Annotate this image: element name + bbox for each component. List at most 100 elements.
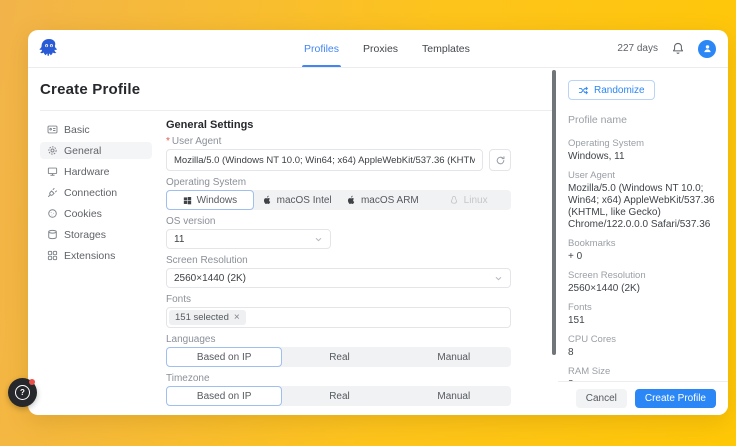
chevron-down-icon: [494, 274, 503, 283]
os-option-linux: Linux: [425, 190, 511, 210]
top-navigation-bar: Profiles Proxies Templates 227 days: [28, 30, 728, 68]
shuffle-icon: [578, 85, 589, 96]
database-icon: [47, 229, 58, 240]
summary-value: 2560×1440 (2K): [568, 283, 716, 295]
user-avatar[interactable]: [698, 40, 716, 58]
gear-icon: [47, 145, 58, 156]
page-title: Create Profile: [40, 81, 555, 98]
fonts-group: Fonts 151 selected ×: [166, 294, 511, 328]
timezone-option-manual[interactable]: Manual: [397, 386, 511, 406]
os-option-macos-intel[interactable]: macOS Intel: [254, 190, 340, 210]
user-agent-group: *User Agent: [166, 136, 511, 171]
header-right-group: 227 days: [617, 40, 716, 58]
user-agent-label: *User Agent: [166, 136, 511, 147]
cancel-button[interactable]: Cancel: [576, 389, 627, 408]
summary-field-screen-resolution: Screen Resolution 2560×1440 (2K): [568, 270, 716, 295]
title-divider: [40, 110, 553, 111]
summary-field-user-agent: User Agent Mozilla/5.0 (Windows NT 10.0;…: [568, 170, 716, 231]
main-content: Create Profile Basic General Hardware: [28, 68, 555, 415]
sidebar-item-label: Basic: [64, 124, 90, 136]
summary-value: + 0: [568, 251, 716, 263]
summary-label: Operating System: [568, 138, 716, 149]
general-settings-form: General Settings *User Agent Operating S…: [166, 119, 511, 412]
section-title: General Settings: [166, 119, 511, 131]
id-card-icon: [47, 124, 58, 135]
plug-icon: [47, 187, 58, 198]
create-profile-button[interactable]: Create Profile: [635, 389, 716, 408]
scrollbar-thumb[interactable]: [552, 70, 556, 355]
fonts-selected-tag: 151 selected ×: [169, 310, 246, 325]
user-agent-input[interactable]: [166, 149, 483, 171]
app-window: Profiles Proxies Templates 227 days Crea…: [28, 30, 728, 415]
tab-profiles[interactable]: Profiles: [304, 30, 339, 67]
windows-icon: [183, 196, 192, 205]
screen-resolution-select[interactable]: 2560×1440 (2K): [166, 268, 511, 288]
languages-option-based-on-ip[interactable]: Based on IP: [166, 347, 282, 367]
timezone-option-based-on-ip[interactable]: Based on IP: [166, 386, 282, 406]
grid-icon: [47, 250, 58, 261]
sidebar-item-label: General: [64, 145, 101, 157]
summary-scroll-area: Randomize Operating System Windows, 11 U…: [558, 68, 728, 381]
sidebar-item-extensions[interactable]: Extensions: [40, 247, 152, 264]
os-option-windows[interactable]: Windows: [166, 190, 254, 210]
sidebar-item-label: Connection: [64, 187, 117, 199]
summary-label: Bookmarks: [568, 238, 716, 249]
profile-summary-panel: Randomize Operating System Windows, 11 U…: [558, 68, 728, 415]
fonts-field[interactable]: 151 selected ×: [166, 307, 511, 328]
summary-field-fonts: Fonts 151: [568, 302, 716, 327]
octo-browser-logo-icon: [36, 36, 62, 62]
summary-value: 8: [568, 347, 716, 359]
os-option-macos-arm[interactable]: macOS ARM: [340, 190, 426, 210]
refresh-icon: [495, 155, 506, 166]
timezone-group: Timezone Based on IP Real Manual: [166, 373, 511, 406]
timezone-segmented: Based on IP Real Manual: [166, 386, 511, 406]
sidebar-item-basic[interactable]: Basic: [40, 121, 152, 138]
sidebar-item-general[interactable]: General: [40, 142, 152, 159]
randomize-button[interactable]: Randomize: [568, 80, 655, 100]
linux-icon: [449, 195, 459, 205]
summary-field-operating-system: Operating System Windows, 11: [568, 138, 716, 163]
summary-label: Fonts: [568, 302, 716, 313]
operating-system-label: Operating System: [166, 177, 511, 188]
summary-label: User Agent: [568, 170, 716, 181]
profile-name-input[interactable]: [568, 114, 716, 126]
languages-group: Languages Based on IP Real Manual: [166, 334, 511, 367]
sidebar-item-label: Storages: [64, 229, 106, 241]
sidebar-item-connection[interactable]: Connection: [40, 184, 152, 201]
sidebar-item-hardware[interactable]: Hardware: [40, 163, 152, 180]
screen-resolution-group: Screen Resolution 2560×1440 (2K): [166, 255, 511, 288]
summary-label: CPU Cores: [568, 334, 716, 345]
remove-fonts-tag-icon[interactable]: ×: [234, 313, 240, 323]
os-version-value: 11: [174, 234, 184, 245]
languages-option-manual[interactable]: Manual: [397, 347, 511, 367]
summary-field-ram-size: RAM Size 8: [568, 366, 716, 382]
tab-templates[interactable]: Templates: [422, 30, 470, 67]
summary-field-bookmarks: Bookmarks + 0: [568, 238, 716, 263]
tab-proxies[interactable]: Proxies: [363, 30, 398, 67]
summary-value: 151: [568, 315, 716, 327]
sidebar-item-label: Extensions: [64, 250, 115, 262]
summary-footer: Cancel Create Profile: [558, 381, 728, 415]
help-button[interactable]: ?: [8, 378, 37, 407]
os-version-label: OS version: [166, 216, 511, 227]
apple-icon: [262, 195, 272, 205]
apple-icon: [346, 195, 356, 205]
summary-value: Mozilla/5.0 (Windows NT 10.0; Win64; x64…: [568, 183, 716, 231]
notification-dot: [29, 379, 35, 385]
sidebar-item-cookies[interactable]: Cookies: [40, 205, 152, 222]
timezone-label: Timezone: [166, 373, 511, 384]
settings-sidebar: Basic General Hardware Connection Cookie…: [40, 119, 152, 412]
os-version-select[interactable]: 11: [166, 229, 331, 249]
summary-label: RAM Size: [568, 366, 716, 377]
languages-option-real[interactable]: Real: [282, 347, 396, 367]
summary-field-cpu-cores: CPU Cores 8: [568, 334, 716, 359]
timezone-option-real[interactable]: Real: [282, 386, 396, 406]
cookie-icon: [47, 208, 58, 219]
sidebar-item-label: Hardware: [64, 166, 110, 178]
screen-resolution-label: Screen Resolution: [166, 255, 511, 266]
refresh-user-agent-button[interactable]: [489, 149, 511, 171]
monitor-icon: [47, 166, 58, 177]
subscription-days-label: 227 days: [617, 43, 658, 54]
sidebar-item-storages[interactable]: Storages: [40, 226, 152, 243]
notifications-bell-icon[interactable]: [671, 41, 685, 56]
